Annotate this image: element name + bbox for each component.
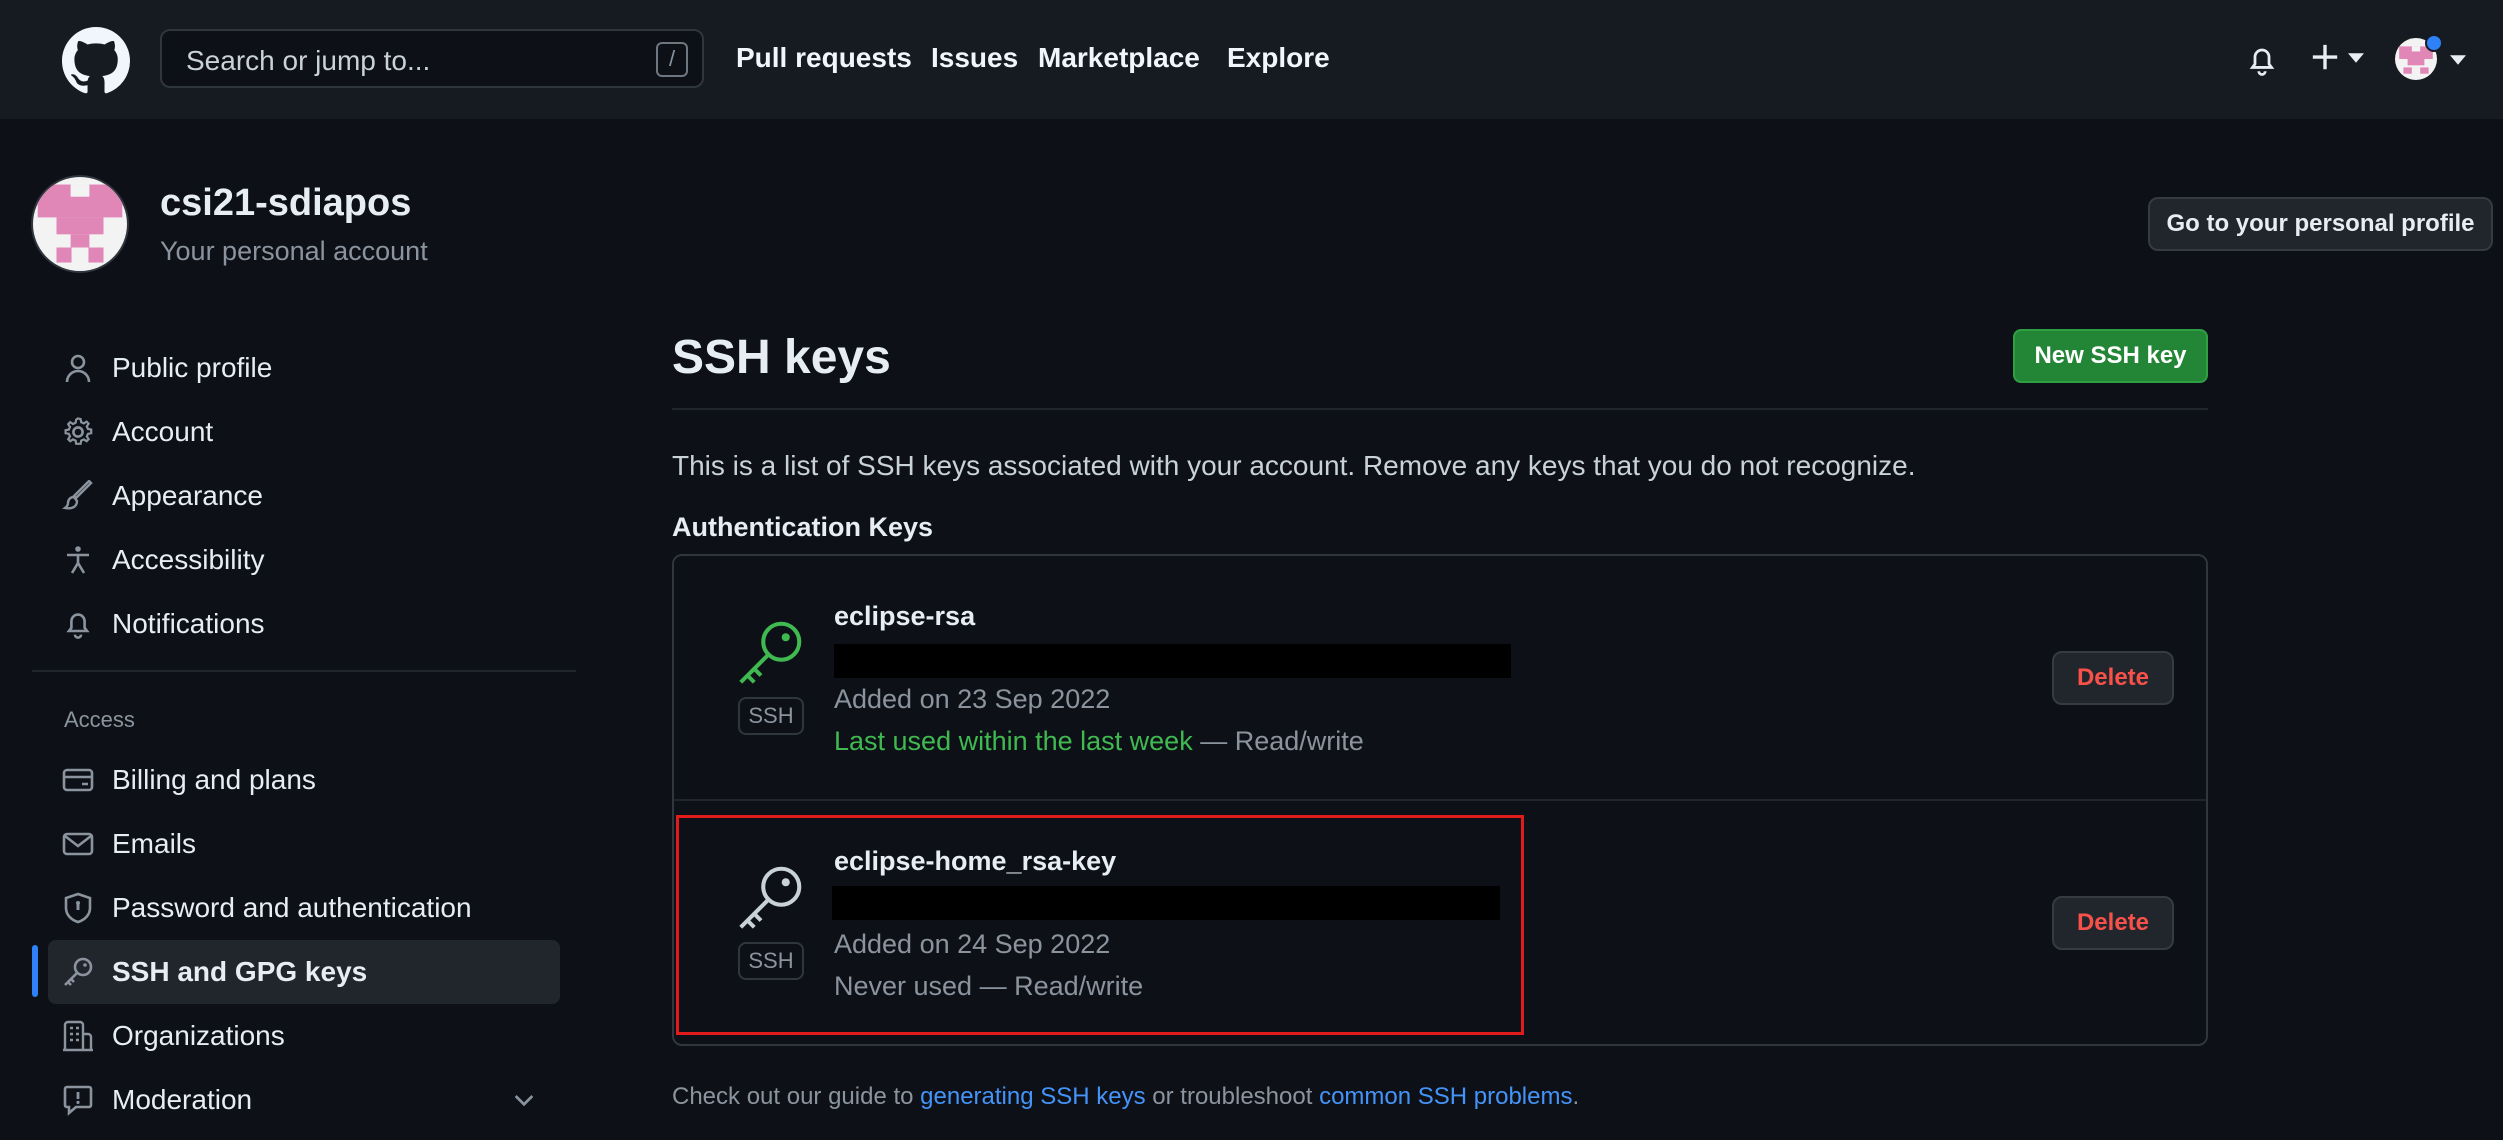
footer-text: Check out our guide to (672, 1083, 921, 1110)
intro-text: This is a list of SSH keys associated wi… (672, 450, 1916, 481)
notification-dot (2425, 34, 2443, 52)
nav-explore[interactable]: Explore (1227, 42, 1330, 74)
sidebar-section-heading: Access (64, 707, 135, 732)
paintbrush-icon (62, 480, 93, 510)
chevron-down-icon[interactable] (514, 1094, 534, 1108)
delete-key-button[interactable]: Delete (2052, 651, 2174, 705)
sidebar-item-label: SSH and GPG keys (112, 956, 368, 987)
account-subtitle: Your personal account (160, 236, 428, 266)
person-icon (65, 354, 91, 383)
create-new-dropdown[interactable] (2310, 38, 2374, 80)
title-divider (672, 408, 2208, 410)
sidebar-divider (32, 670, 576, 672)
generating-ssh-keys-link[interactable]: generating SSH keys (920, 1083, 1145, 1110)
nav-issues[interactable]: Issues (931, 42, 1018, 74)
key-icon (739, 621, 802, 684)
sidebar-item-appearance[interactable]: Appearance (48, 464, 560, 528)
footer-text: or troubleshoot (1145, 1083, 1320, 1110)
key-row-divider (674, 799, 2206, 801)
sidebar-item-label: Notifications (112, 608, 265, 639)
sidebar-item-label: Organizations (112, 1020, 285, 1051)
sidebar-item-moderation[interactable]: Moderation (48, 1068, 560, 1132)
sidebar-item-label: Account (112, 416, 214, 447)
key-fingerprint-redacted (834, 644, 1511, 678)
caret-down-icon (2348, 53, 2364, 63)
sidebar-item-notifications[interactable]: Notifications (48, 592, 560, 656)
key-added-date: Added on 23 Sep 2022 (834, 684, 1111, 714)
identicon-icon (37, 184, 123, 263)
sidebar-item-label: Billing and plans (112, 764, 316, 795)
bell-icon (66, 613, 90, 639)
shield-icon (64, 892, 92, 924)
key-usage: Last used within the last week — Read/wr… (834, 726, 1364, 757)
gear-icon (64, 417, 93, 445)
sidebar-item-ssh-gpg-keys[interactable]: SSH and GPG keys (48, 940, 560, 1004)
search-input[interactable]: Search or jump to... / (160, 29, 704, 88)
sidebar-item-label: Appearance (112, 480, 264, 511)
sidebar-item-emails[interactable]: Emails (48, 812, 560, 876)
account-avatar[interactable] (31, 175, 129, 273)
delete-key-button[interactable]: Delete (2052, 896, 2174, 950)
sidebar-item-label: Public profile (112, 352, 273, 383)
sidebar-item-label: Accessibility (112, 544, 265, 575)
annotation-highlight-box (676, 815, 1524, 1035)
account-name[interactable]: csi21-sdiapos (160, 182, 411, 225)
sidebar-item-label: Password and authentication (112, 892, 472, 923)
mail-icon (62, 832, 94, 856)
report-icon (63, 1085, 93, 1116)
ssh-badge: SSH (738, 697, 804, 735)
new-ssh-key-button[interactable]: New SSH key (2013, 329, 2208, 383)
key-last-used: Last used within the last week (834, 726, 1193, 756)
accessibility-icon (67, 546, 89, 574)
key-title: eclipse-rsa (834, 601, 976, 631)
top-header: Search or jump to... / Pull requests Iss… (0, 0, 2503, 119)
organization-icon (63, 1020, 93, 1052)
sidebar-item-accessibility[interactable]: Accessibility (48, 528, 560, 592)
nav-pull-requests[interactable]: Pull requests (736, 42, 912, 74)
go-to-profile-button[interactable]: Go to your personal profile (2148, 197, 2493, 251)
footer-text: . (1572, 1083, 1580, 1110)
search-placeholder: Search or jump to... (186, 45, 431, 76)
page-title: SSH keys (672, 331, 891, 384)
sidebar-item-label: Emails (112, 828, 197, 859)
user-menu-dropdown[interactable] (2395, 34, 2467, 84)
sidebar-item-public-profile[interactable]: Public profile (48, 336, 560, 400)
sidebar-item-account[interactable]: Account (48, 400, 560, 464)
section-heading: Authentication Keys (672, 512, 934, 542)
active-indicator (32, 945, 38, 997)
nav-marketplace[interactable]: Marketplace (1038, 42, 1200, 74)
common-ssh-problems-link[interactable]: common SSH problems (1319, 1083, 1572, 1110)
credit-card-icon (62, 768, 94, 792)
caret-down-icon (2450, 55, 2466, 65)
key-access: — Read/write (1192, 726, 1364, 756)
search-shortcut-key: / (656, 42, 688, 77)
sidebar-item-password-authentication[interactable]: Password and authentication (48, 876, 560, 940)
bell-icon[interactable] (2245, 42, 2279, 78)
help-footer: Check out our guide to generating SSH ke… (672, 1083, 1579, 1111)
sidebar-item-organizations[interactable]: Organizations (48, 1004, 560, 1068)
sidebar-item-billing[interactable]: Billing and plans (48, 748, 560, 812)
key-icon (64, 957, 93, 986)
sidebar-item-label: Moderation (112, 1084, 253, 1115)
github-logo-icon[interactable] (62, 27, 130, 95)
plus-icon (2312, 44, 2338, 70)
